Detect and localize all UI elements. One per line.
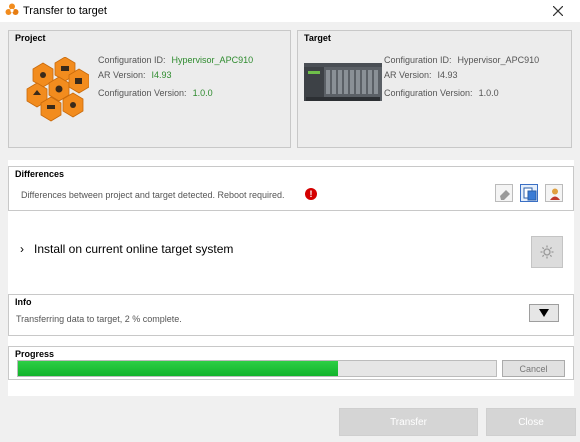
project-ar-version-value: I4.93 <box>151 70 172 80</box>
project-config-id-value: Hypervisor_APC910 <box>171 55 254 65</box>
eraser-icon <box>500 190 510 200</box>
progress-group: Progress Cancel <box>8 346 574 380</box>
info-heading: Info <box>15 297 32 307</box>
target-hardware-icon <box>304 63 382 101</box>
project-hexagon-icon <box>26 57 89 122</box>
app-logo-icon <box>5 3 19 15</box>
project-config-id-row: Configuration ID: Hypervisor_APC910 <box>98 55 253 65</box>
install-settings-button[interactable] <box>531 236 563 268</box>
cancel-button[interactable]: Cancel <box>502 360 565 377</box>
target-group: Target Configuration ID: Hypervisor_APC91… <box>297 30 572 148</box>
differences-message: Differences between project and target d… <box>21 190 285 200</box>
compare-tool-button[interactable] <box>495 184 513 202</box>
target-ar-version-row: AR Version: I4.93 <box>384 70 458 80</box>
target-ar-version-label: AR Version: <box>384 70 432 80</box>
progress-heading: Progress <box>15 349 55 359</box>
target-config-id-row: Configuration ID: Hypervisor_APC910 <box>384 55 539 65</box>
target-heading: Target <box>304 33 331 43</box>
project-ar-version-row: AR Version: I4.93 <box>98 70 172 80</box>
differences-group: Differences Differences between project … <box>8 166 574 211</box>
install-label: Install on current online target system <box>34 242 234 256</box>
window-title: Transfer to target <box>23 5 107 17</box>
info-message: Transferring data to target, 2 % complet… <box>16 314 182 324</box>
target-config-version-value: 1.0.0 <box>478 88 499 98</box>
project-group: Project Configuration ID: Hypervisor_APC9… <box>8 30 291 148</box>
user-icon <box>550 188 560 200</box>
project-ar-version-label: AR Version: <box>98 70 146 80</box>
close-icon <box>552 5 564 17</box>
target-ar-version-value: I4.93 <box>437 70 458 80</box>
project-config-version-row: Configuration Version: 1.0.0 <box>98 88 213 98</box>
title-bar: Transfer to target <box>0 0 580 22</box>
transfer-button[interactable]: Transfer <box>339 408 478 436</box>
error-icon: ! <box>305 188 317 200</box>
user-tool-button[interactable] <box>545 184 563 202</box>
project-heading: Project <box>15 33 46 43</box>
project-config-id-label: Configuration ID: <box>98 55 166 65</box>
close-button[interactable]: Close <box>486 408 576 436</box>
chevron-right-icon: › <box>20 242 24 256</box>
target-config-id-label: Configuration ID: <box>384 55 452 65</box>
triangle-down-icon <box>539 309 549 317</box>
project-config-version-label: Configuration Version: <box>98 88 187 98</box>
differences-heading: Differences <box>15 169 65 179</box>
install-row[interactable]: › Install on current online target system <box>20 242 233 256</box>
project-config-version-value: 1.0.0 <box>192 88 213 98</box>
details-tool-button[interactable] <box>520 184 538 202</box>
target-config-id-value: Hypervisor_APC910 <box>457 55 540 65</box>
close-window-button[interactable] <box>546 1 570 21</box>
progress-bar <box>17 360 497 377</box>
document-compare-icon <box>523 187 537 201</box>
target-config-version-label: Configuration Version: <box>384 88 473 98</box>
progress-bar-fill <box>18 361 339 376</box>
info-expand-button[interactable] <box>529 304 559 322</box>
target-config-version-row: Configuration Version: 1.0.0 <box>384 88 499 98</box>
info-group: Info Transferring data to target, 2 % co… <box>8 294 574 336</box>
gear-icon <box>540 245 554 259</box>
